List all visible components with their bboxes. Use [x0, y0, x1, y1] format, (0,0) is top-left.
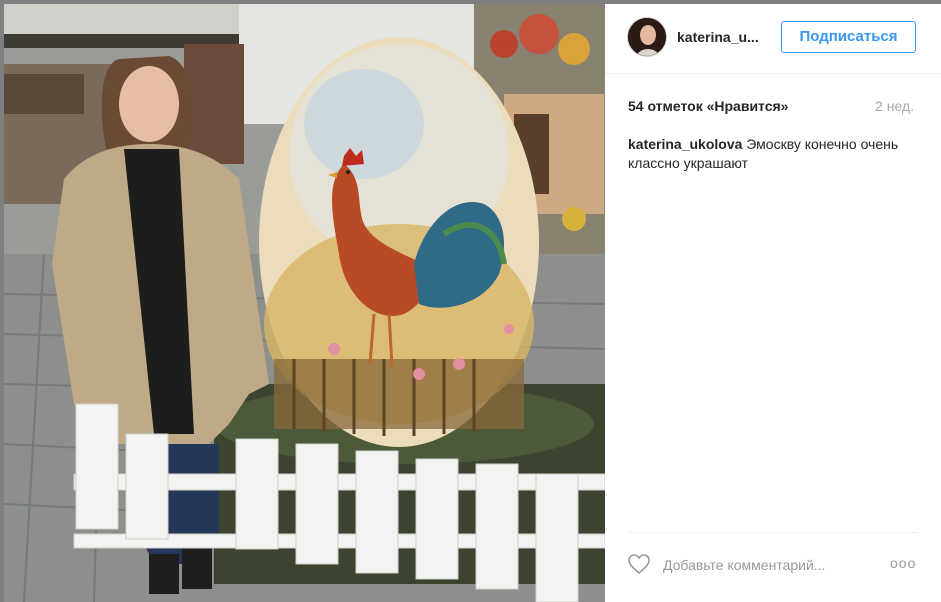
post-time[interactable]: 2 нед.	[875, 98, 914, 114]
follow-button[interactable]: Подписаться	[781, 21, 916, 53]
post-sidebar: katerina_u... Подписаться 54 отметок «Нр…	[605, 4, 941, 602]
post-photo[interactable]	[4, 4, 605, 602]
avatar-image	[628, 18, 666, 56]
caption-username[interactable]: katerina_ukolova	[628, 136, 742, 152]
more-options-icon[interactable]: ooo	[890, 555, 916, 571]
likes-count[interactable]: 54 отметок «Нравится»	[628, 98, 788, 114]
comment-input[interactable]	[663, 555, 863, 575]
post-caption: katerina_ukolova Эмоскву конечно очень к…	[628, 135, 918, 173]
avatar[interactable]	[627, 17, 667, 57]
post-photo-image	[4, 4, 605, 602]
actions-divider	[628, 532, 918, 533]
post-author-username[interactable]: katerina_u...	[677, 29, 769, 45]
heart-outline-icon[interactable]	[627, 553, 651, 575]
post-header: katerina_u... Подписаться	[605, 4, 941, 74]
